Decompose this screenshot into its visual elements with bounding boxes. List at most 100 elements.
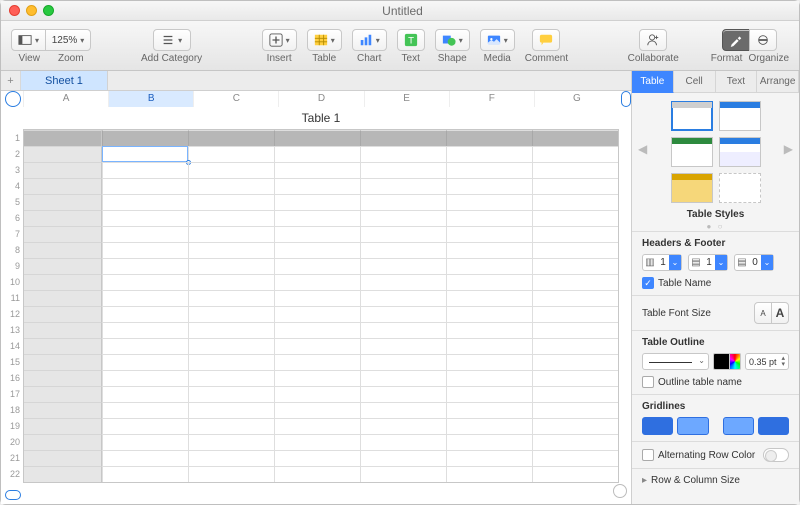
cell[interactable] [188,450,274,466]
header-rows-stepper[interactable]: ▤1⌄ [688,254,728,271]
column-header-C[interactable]: C [193,91,278,107]
row-header-cell[interactable] [24,338,102,354]
column-header-F[interactable]: F [449,91,534,107]
styles-next-button[interactable]: ▶ [784,142,793,156]
font-size-smaller-button[interactable]: A [754,302,772,324]
add-column-handle[interactable] [621,91,631,107]
zoom-window-button[interactable] [43,5,54,16]
cell[interactable] [274,194,360,210]
zoom-dropdown[interactable]: 125%▾ [45,29,91,51]
cell[interactable] [360,418,446,434]
cell[interactable] [360,178,446,194]
close-window-button[interactable] [9,5,20,16]
cell[interactable] [360,194,446,210]
cell[interactable] [188,242,274,258]
row-header-cell[interactable] [24,274,102,290]
cell[interactable] [274,370,360,386]
cell[interactable] [446,162,532,178]
row-number[interactable]: 12 [6,306,20,322]
cell[interactable] [532,306,618,322]
media-button[interactable]: ▾ [480,29,515,51]
select-all-handle[interactable] [5,91,21,107]
cell[interactable] [446,354,532,370]
cell[interactable] [188,370,274,386]
column-header-B[interactable]: B [108,91,193,107]
inspector-tab-arrange[interactable]: Arrange [757,71,799,93]
comment-button[interactable] [532,29,560,51]
cell[interactable] [274,242,360,258]
inspector-tab-cell[interactable]: Cell [674,71,716,93]
cell[interactable] [102,226,188,242]
cell[interactable] [188,210,274,226]
row-header-cell[interactable] [24,418,102,434]
row-header-cell[interactable] [24,226,102,242]
cell[interactable] [274,354,360,370]
cell[interactable] [532,434,618,450]
cell[interactable] [274,322,360,338]
table-resize-handle[interactable] [613,484,627,498]
cell[interactable] [274,386,360,402]
row-number[interactable]: 16 [6,370,20,386]
row-number[interactable]: 21 [6,450,20,466]
cell[interactable] [360,290,446,306]
cell[interactable] [446,370,532,386]
cell[interactable] [532,354,618,370]
row-number[interactable]: 3 [6,162,20,178]
cell[interactable] [360,434,446,450]
cell[interactable] [532,210,618,226]
cell[interactable] [274,402,360,418]
add-row-handle[interactable] [5,490,21,500]
cell[interactable] [102,450,188,466]
row-number[interactable]: 11 [6,290,20,306]
outline-table-name-checkbox[interactable]: Outline table name [642,376,789,388]
insert-button[interactable]: ▾ [262,29,297,51]
row-header-cell[interactable] [24,466,102,482]
minimize-window-button[interactable] [26,5,37,16]
cell[interactable] [188,274,274,290]
cell[interactable] [188,466,274,482]
cell[interactable] [102,146,188,162]
cell[interactable] [532,450,618,466]
table-grid[interactable]: 12345678910111213141516171819202122 [23,129,619,483]
chart-button[interactable]: ▾ [352,29,387,51]
row-number[interactable]: 1 [6,130,20,146]
outline-color-well[interactable] [713,353,741,370]
cell[interactable] [102,402,188,418]
collaborate-button[interactable] [639,29,667,51]
cell[interactable] [274,434,360,450]
cell[interactable] [532,130,618,146]
row-number[interactable]: 20 [6,434,20,450]
gridlines-header-horiz-button[interactable] [723,417,754,435]
cell[interactable] [446,242,532,258]
cell[interactable] [532,226,618,242]
column-header-D[interactable]: D [278,91,363,107]
row-number[interactable]: 7 [6,226,20,242]
row-header-cell[interactable] [24,146,102,162]
row-number[interactable]: 9 [6,258,20,274]
cell[interactable] [102,338,188,354]
cell[interactable] [188,226,274,242]
cell[interactable] [274,338,360,354]
gridlines-header-vert-button[interactable] [758,417,789,435]
add-sheet-button[interactable]: + [1,71,21,90]
cell[interactable] [274,290,360,306]
cell[interactable] [102,434,188,450]
cell[interactable] [274,418,360,434]
cell[interactable] [102,258,188,274]
table-style-1[interactable] [671,101,713,131]
add-category-button[interactable]: ▾ [153,29,191,51]
cell[interactable] [446,402,532,418]
row-header-cell[interactable] [24,370,102,386]
row-header-cell[interactable] [24,386,102,402]
table-style-6[interactable] [719,173,761,203]
footer-rows-stepper[interactable]: ▤0⌄ [734,254,774,271]
cell[interactable] [188,258,274,274]
cell[interactable] [274,466,360,482]
row-header-cell[interactable] [24,194,102,210]
row-header-cell[interactable] [24,290,102,306]
outline-line-style-dropdown[interactable]: ⌄ [642,353,709,370]
row-number[interactable]: 18 [6,402,20,418]
header-columns-stepper[interactable]: ▥1⌄ [642,254,682,271]
cell[interactable] [446,146,532,162]
cell[interactable] [360,370,446,386]
